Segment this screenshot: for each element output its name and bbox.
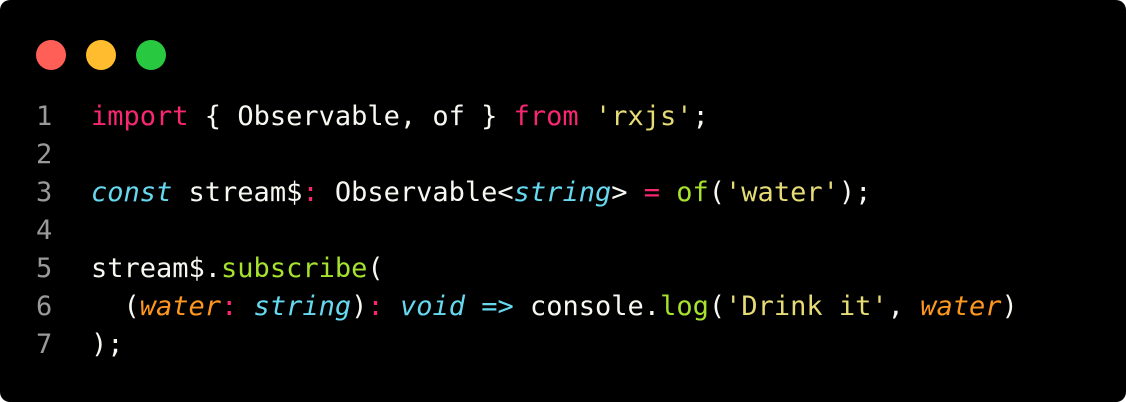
code-token: ); — [91, 329, 124, 360]
code-token: water — [139, 291, 222, 322]
code-token: , — [887, 291, 921, 322]
code-token: ( — [91, 291, 140, 322]
code-token: = — [643, 177, 660, 208]
code-token: 'Drink it' — [725, 291, 888, 322]
code-editor: 1 import { Observable, of } from 'rxjs'; 2… — [0, 98, 1126, 364]
line-number: 2 — [36, 139, 53, 170]
code-token: ( — [708, 177, 726, 208]
line-content: ); — [91, 326, 124, 364]
code-token: Observable< — [318, 177, 514, 208]
code-token: ) — [1001, 291, 1018, 322]
code-token: of — [676, 177, 709, 208]
code-line: 1 import { Observable, of } from 'rxjs'; — [0, 98, 1126, 136]
line-number: 3 — [36, 177, 53, 208]
code-token: ( — [367, 253, 384, 284]
code-token: stream$. — [91, 253, 222, 284]
code-token: import — [91, 101, 189, 132]
code-line: 6 (water: string): void => console.log('… — [0, 288, 1126, 326]
code-token: subscribe — [221, 253, 368, 284]
line-number: 1 — [36, 101, 53, 132]
code-line: 3 const stream$: Observable<string> = of(… — [0, 174, 1126, 212]
code-token: { Observable, of } — [188, 101, 514, 132]
code-token: from — [513, 101, 579, 132]
code-token: ; — [692, 101, 709, 132]
maximize-button[interactable] — [136, 40, 166, 70]
code-window: 1 import { Observable, of } from 'rxjs'; 2… — [0, 0, 1126, 402]
code-token: stream$ — [172, 177, 303, 208]
code-token: string — [253, 291, 352, 322]
minimize-button[interactable] — [86, 40, 116, 70]
close-button[interactable] — [36, 40, 66, 70]
line-content: import { Observable, of } from 'rxjs'; — [91, 98, 709, 136]
line-number: 4 — [36, 215, 53, 246]
line-content: stream$.subscribe( — [91, 250, 384, 288]
code-token: log — [660, 291, 709, 322]
code-token: water — [920, 291, 1002, 322]
code-line: 7); — [0, 326, 1126, 364]
line-number: 6 — [36, 291, 53, 322]
code-line: 5 stream$.subscribe( — [0, 250, 1126, 288]
code-token: console. — [513, 291, 661, 322]
code-token: ); — [838, 177, 872, 208]
code-token: 'rxjs' — [594, 101, 693, 132]
code-token: : — [221, 291, 238, 322]
code-token: const — [91, 177, 173, 208]
code-token: ) — [351, 291, 368, 322]
code-token: => — [481, 291, 514, 322]
line-content: const stream$: Observable<string> = of('… — [91, 174, 871, 212]
line-content: (water: string): void => console.log('Dr… — [91, 288, 1018, 326]
code-token: : — [367, 291, 384, 322]
code-token: ( — [708, 291, 726, 322]
line-number: 5 — [36, 253, 53, 284]
code-line: 2 — [0, 136, 1126, 174]
code-token: void — [399, 291, 465, 322]
line-number: 7 — [36, 329, 53, 360]
code-token: : — [302, 177, 319, 208]
code-token: > — [611, 177, 644, 208]
code-token: string — [513, 177, 612, 208]
code-line: 4 — [0, 212, 1126, 250]
code-token: 'water' — [725, 177, 839, 208]
